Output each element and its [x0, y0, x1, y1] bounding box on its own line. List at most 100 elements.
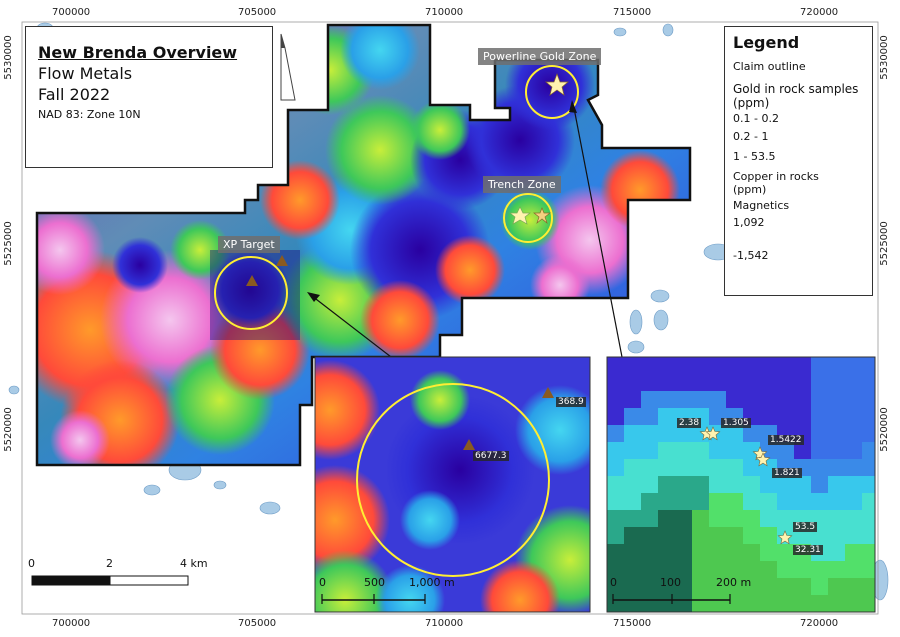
inset-pixel: [845, 459, 863, 477]
inset-pixel: [828, 442, 846, 460]
inset-pixel: [828, 357, 846, 375]
inset-pixel: [760, 374, 778, 392]
pl-scale-100: 100: [660, 576, 681, 589]
coord-left-2: 5525000: [2, 221, 14, 266]
inset-pixel: [607, 493, 625, 511]
pl-sample-label-2: 1.305: [721, 418, 751, 428]
inset-pixel: [845, 578, 863, 596]
legend-magnetics-header: Magnetics: [733, 199, 790, 212]
inset-pixel: [811, 357, 829, 375]
inset-pixel: [760, 408, 778, 426]
inset-pixel: [743, 510, 761, 528]
inset-pixel: [607, 527, 625, 545]
inset-pixel: [641, 510, 659, 528]
inset-pixel: [726, 374, 744, 392]
inset-pixel: [692, 544, 710, 562]
inset-pixel: [811, 476, 829, 494]
inset-pixel: [675, 374, 693, 392]
inset-pixel: [709, 544, 727, 562]
inset-pixel: [624, 595, 642, 612]
inset-pixel: [845, 595, 863, 612]
inset-pixel: [675, 510, 693, 528]
inset-pixel: [658, 357, 676, 375]
inset-pixel: [777, 374, 795, 392]
inset-pixel: [607, 408, 625, 426]
inset-pixel: [811, 374, 829, 392]
inset-pixel: [845, 442, 863, 460]
inset-pixel: [845, 357, 863, 375]
inset-pixel: [624, 476, 642, 494]
inset-pixel: [828, 425, 846, 443]
coord-left-3: 5520000: [2, 407, 14, 452]
inset-pixel: [641, 391, 659, 409]
inset-pixel: [726, 510, 744, 528]
inset-pixel: [794, 476, 812, 494]
inset-pixel: [777, 595, 795, 612]
legend-mag-low: -1,542: [733, 249, 769, 262]
inset-pixel: [607, 595, 625, 612]
inset-pixel: [641, 595, 659, 612]
inset-pixel: [743, 493, 761, 511]
title-box: New Brenda Overview Flow Metals Fall 202…: [25, 26, 273, 168]
inset-pixel: [641, 476, 659, 494]
inset-pixel: [624, 357, 642, 375]
inset-pixel: [607, 374, 625, 392]
inset-pixel: [641, 459, 659, 477]
inset-pixel: [828, 527, 846, 545]
scale-label-2: 2: [106, 557, 113, 570]
inset-pixel: [794, 561, 812, 579]
pl-sample-label-5: 53.5: [793, 522, 818, 532]
inset-pixel: [828, 476, 846, 494]
inset-pixel: [726, 442, 744, 460]
inset-pixel: [692, 561, 710, 579]
powerline-zone-label: Powerline Gold Zone: [478, 48, 602, 65]
coord-right-2: 5525000: [878, 221, 890, 266]
inset-pixel: [675, 493, 693, 511]
coord-right-3: 5520000: [878, 407, 890, 452]
inset-pixel: [811, 595, 829, 612]
inset-pixel: [743, 459, 761, 477]
inset-pixel: [845, 476, 863, 494]
coord-bottom-4: 715000: [613, 618, 652, 629]
inset-pixel: [760, 476, 778, 494]
inset-pixel: [794, 408, 812, 426]
legend-title: Legend: [733, 33, 800, 52]
inset-pixel: [726, 527, 744, 545]
inset-pixel: [675, 459, 693, 477]
inset-pixel: [726, 357, 744, 375]
inset-pixel: [675, 595, 693, 612]
inset-pixel: [709, 493, 727, 511]
coord-left-1: 5530000: [2, 35, 14, 80]
inset-pixel: [845, 425, 863, 443]
inset-pixel: [624, 527, 642, 545]
inset-pixel: [641, 357, 659, 375]
inset-pixel: [692, 476, 710, 494]
inset-pixel: [641, 408, 659, 426]
inset-pixel: [845, 527, 863, 545]
inset-pixel: [658, 459, 676, 477]
inset-pixel: [811, 459, 829, 477]
coord-bottom-2: 705000: [238, 618, 277, 629]
inset-pixel: [624, 544, 642, 562]
inset-pixel: [845, 408, 863, 426]
inset-pixel: [692, 357, 710, 375]
pl-sample-label-4: 1.821: [772, 468, 802, 478]
inset-pixel: [777, 510, 795, 528]
inset-pixel: [624, 425, 642, 443]
pl-sample-label-6: 32.31: [793, 545, 823, 555]
inset-pixel: [794, 493, 812, 511]
inset-pixel: [675, 544, 693, 562]
coord-bottom-1: 700000: [52, 618, 91, 629]
inset-pixel: [845, 493, 863, 511]
inset-pixel: [794, 374, 812, 392]
map-title: New Brenda Overview: [38, 43, 238, 62]
inset-pixel: [624, 510, 642, 528]
inset-pixel: [658, 391, 676, 409]
inset-pixel: [743, 544, 761, 562]
inset-pixel: [692, 442, 710, 460]
inset-pixel: [743, 595, 761, 612]
inset-pixel: [624, 459, 642, 477]
inset-pixel: [607, 459, 625, 477]
inset-pixel: [624, 408, 642, 426]
xp-scale-0: 0: [319, 576, 326, 589]
